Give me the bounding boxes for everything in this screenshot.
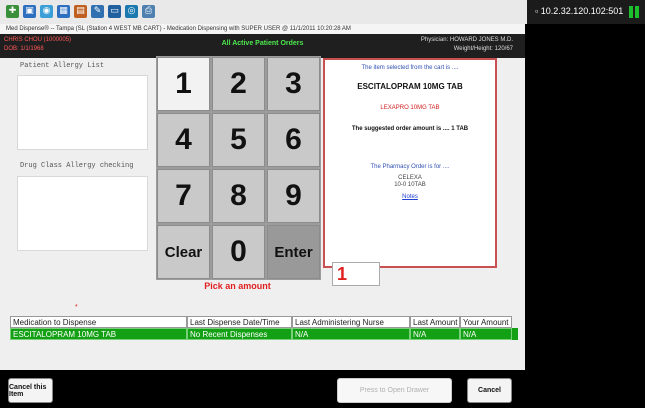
enter-button[interactable]: Enter xyxy=(267,225,320,279)
key-3[interactable]: 3 xyxy=(267,57,320,111)
amount-input[interactable]: 1 xyxy=(332,262,380,286)
row-last-dispense: No Recent Dispenses xyxy=(187,328,292,340)
drug-class-allergy-list[interactable] xyxy=(17,176,148,251)
brand-item-name: LEXAPRO 10MG TAB xyxy=(380,105,440,111)
ip-address: ▫ 10.2.32.120.102:501 xyxy=(535,6,624,16)
key-0[interactable]: 0 xyxy=(212,225,265,279)
selected-item-name: ESCITALOPRAM 10MG TAB xyxy=(357,82,463,91)
required-marker: * xyxy=(75,304,78,311)
dispense-table: Medication to Dispense Last Dispense Dat… xyxy=(10,316,518,340)
globe-icon[interactable]: ◎ xyxy=(125,5,138,18)
physician-name: Physician: HOWARD JONES M.D. xyxy=(420,37,513,43)
signal-icon xyxy=(629,6,639,18)
key-6[interactable]: 6 xyxy=(267,113,320,167)
patient-allergy-label: Patient Allergy List xyxy=(20,62,105,70)
col-your-amount[interactable]: Your Amount xyxy=(460,316,512,328)
pharmacy-drug: CELEXA xyxy=(398,175,422,181)
key-8[interactable]: 8 xyxy=(212,169,265,223)
table-header-row: Medication to Dispense Last Dispense Dat… xyxy=(10,316,518,328)
chart-icon[interactable]: ▦ xyxy=(57,5,70,18)
weight-height: Weight/Height: 120/67 xyxy=(453,46,513,52)
pharmacy-order-label: The Pharmacy Order is for .... xyxy=(370,164,450,170)
col-last-amount[interactable]: Last Amount xyxy=(410,316,460,328)
footer-bar: Cancel this Item Press to Open Drawer Ca… xyxy=(0,370,525,408)
col-medication[interactable]: Medication to Dispense xyxy=(10,316,187,328)
drug-class-allergy-label: Drug Class Allergy checking xyxy=(20,162,134,170)
monitor-icon[interactable]: ▭ xyxy=(108,5,121,18)
taskbar-icons: ✚ ▣ ◉ ▦ ▤ ✎ ▭ ◎ ⎙ xyxy=(6,5,155,18)
os-taskbar: ✚ ▣ ◉ ▦ ▤ ✎ ▭ ◎ ⎙ ▫ 10.2.32.120.102:501 xyxy=(0,0,645,24)
numeric-keypad: 1 2 3 4 5 6 7 8 9 Clear 0 Enter xyxy=(156,56,321,280)
row-medication: ESCITALOPRAM 10MG TAB xyxy=(10,328,187,340)
row-last-amount: N/A xyxy=(410,328,460,340)
order-info-panel: The item selected from the cart is .... … xyxy=(323,58,497,268)
row-last-nurse: N/A xyxy=(292,328,410,340)
notes-link[interactable]: Notes xyxy=(325,194,495,200)
cancel-item-button[interactable]: Cancel this Item xyxy=(8,378,53,403)
physician-info: Physician: HOWARD JONES M.D. Weight/Heig… xyxy=(421,36,513,54)
col-last-dispense[interactable]: Last Dispense Date/Time xyxy=(187,316,292,328)
key-7[interactable]: 7 xyxy=(157,169,210,223)
clear-button[interactable]: Clear xyxy=(157,225,210,279)
key-1[interactable]: 1 xyxy=(157,57,210,111)
grid-icon[interactable]: ▤ xyxy=(74,5,87,18)
window-title: Med Dispense® -- Tampa (SL (Station 4 WE… xyxy=(0,24,525,34)
patient-header: CHRIS CHOU (1000005) DOB: 1/1/1968 All A… xyxy=(0,34,525,58)
key-9[interactable]: 9 xyxy=(267,169,320,223)
key-2[interactable]: 2 xyxy=(212,57,265,111)
window-icon[interactable]: ▣ xyxy=(23,5,36,18)
table-row[interactable]: ESCITALOPRAM 10MG TAB No Recent Dispense… xyxy=(10,328,518,340)
tools-icon[interactable]: ✎ xyxy=(91,5,104,18)
cancel-button[interactable]: Cancel xyxy=(467,378,512,403)
printer-icon[interactable]: ⎙ xyxy=(142,5,155,18)
pick-amount-label: Pick an amount xyxy=(204,281,271,291)
earth-icon[interactable]: ◉ xyxy=(40,5,53,18)
key-4[interactable]: 4 xyxy=(157,113,210,167)
connection-status-area: ▫ 10.2.32.120.102:501 xyxy=(527,0,645,24)
med-dispense-window: Med Dispense® -- Tampa (SL (Station 4 WE… xyxy=(0,24,525,408)
patient-allergy-list[interactable] xyxy=(17,75,148,150)
app-icon[interactable]: ✚ xyxy=(6,5,19,18)
suggested-amount: The suggested order amount is .... 1 TAB xyxy=(351,126,469,132)
key-5[interactable]: 5 xyxy=(212,113,265,167)
pharmacy-dose: 10-0 10TAB xyxy=(394,182,426,188)
row-your-amount: N/A xyxy=(460,328,512,340)
selected-item-label: The item selected from the cart is .... xyxy=(361,65,459,71)
open-drawer-button[interactable]: Press to Open Drawer xyxy=(337,378,452,403)
col-last-nurse[interactable]: Last Administering Nurse xyxy=(292,316,410,328)
